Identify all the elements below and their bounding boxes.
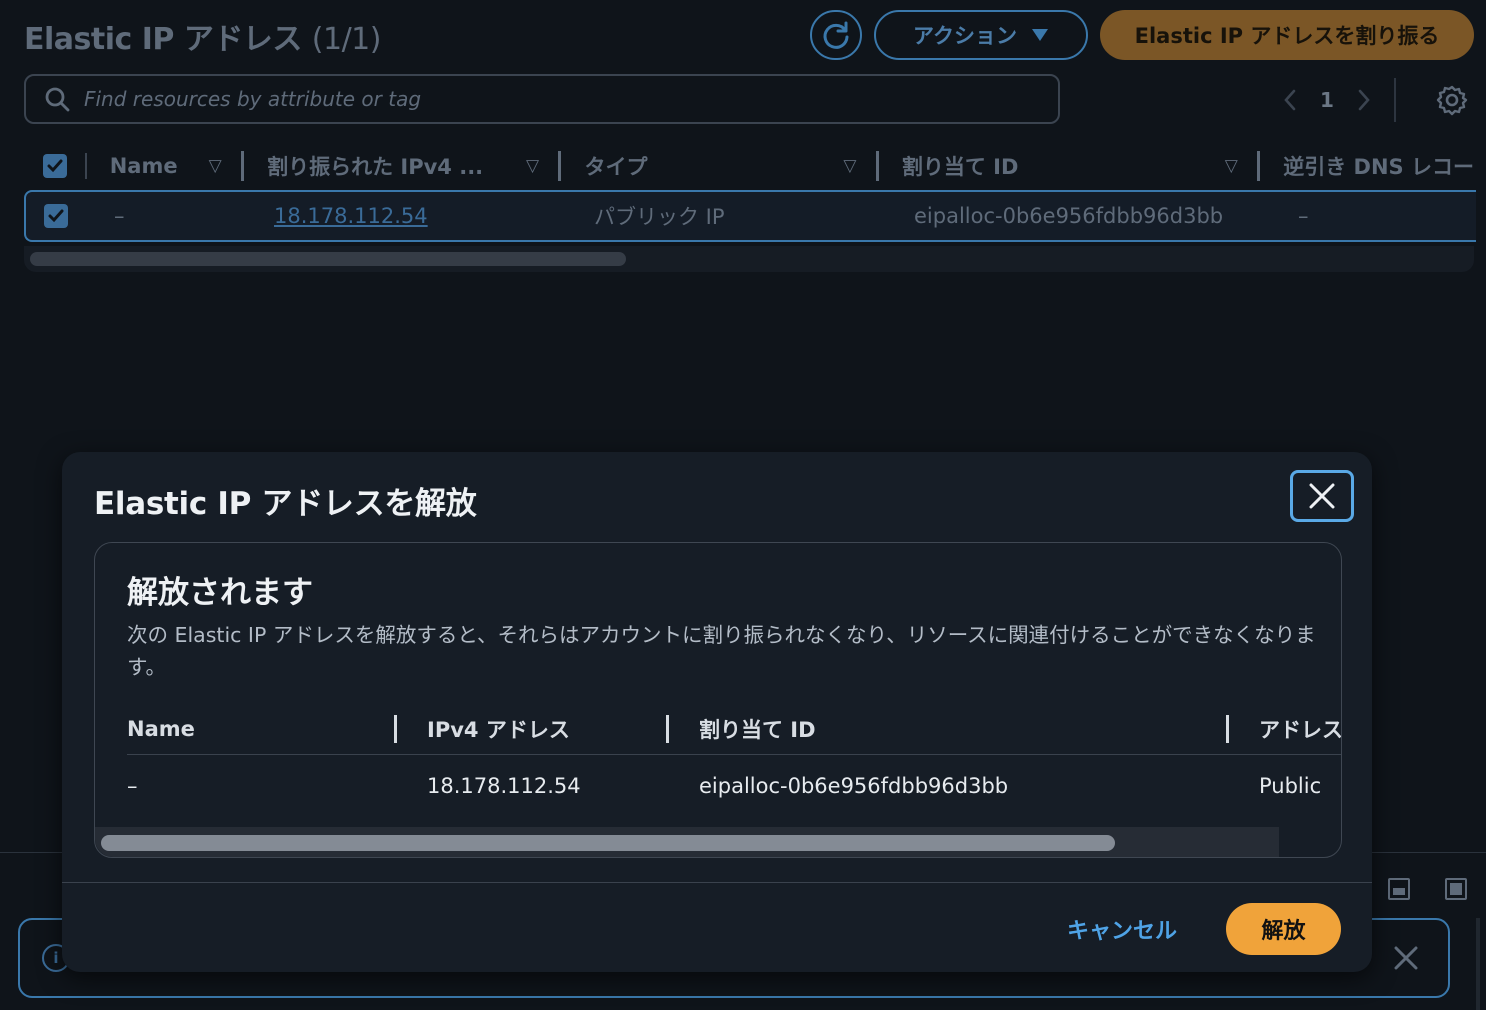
modal-title: Elastic IP アドレスを解放 — [94, 486, 477, 522]
column-separator — [1226, 714, 1229, 743]
column-header-allocation-id: 割り当て ID — [699, 703, 1229, 754]
modal-close-button[interactable] — [1290, 470, 1354, 522]
cancel-button[interactable]: キャンセル — [1052, 904, 1192, 954]
column-label: アドレス — [1259, 717, 1342, 742]
release-elastic-ip-modal: Elastic IP アドレスを解放 解放されます 次の Elastic IP … — [62, 452, 1372, 972]
modal-footer-divider — [62, 882, 1372, 883]
column-separator — [394, 714, 397, 743]
column-separator — [666, 714, 669, 743]
release-row-allocation-id: eipalloc-0b6e956fdbb96d3bb — [699, 774, 1009, 798]
release-table-header: Name IPv4 アドレス 割り当て ID アドレス — [127, 703, 1342, 755]
release-row-ip: 18.178.112.54 — [427, 774, 581, 798]
release-warning-alert: 解放されます 次の Elastic IP アドレスを解放すると、それらはアカウン… — [94, 542, 1342, 858]
column-label: 割り当て ID — [699, 717, 816, 742]
release-button[interactable]: 解放 — [1226, 903, 1341, 955]
release-table-row: – 18.178.112.54 eipalloc-0b6e956fdbb96d3… — [127, 755, 1341, 817]
cancel-label: キャンセル — [1066, 919, 1177, 944]
column-label: IPv4 アドレス — [427, 717, 570, 742]
release-row-address-type: Public — [1259, 774, 1322, 798]
release-table-scrollbar-thumb[interactable] — [101, 835, 1115, 851]
release-label: 解放 — [1261, 919, 1306, 944]
column-header-address: アドレス — [1259, 703, 1342, 754]
close-icon — [1309, 483, 1335, 509]
release-row-name: – — [127, 774, 138, 798]
column-label: Name — [127, 716, 195, 741]
column-header-ipv4: IPv4 アドレス — [427, 703, 669, 754]
alert-title: 解放されます — [127, 575, 313, 611]
alert-text: 次の Elastic IP アドレスを解放すると、それらはアカウントに割り振られ… — [127, 623, 1316, 679]
column-header-name: Name — [127, 703, 397, 754]
